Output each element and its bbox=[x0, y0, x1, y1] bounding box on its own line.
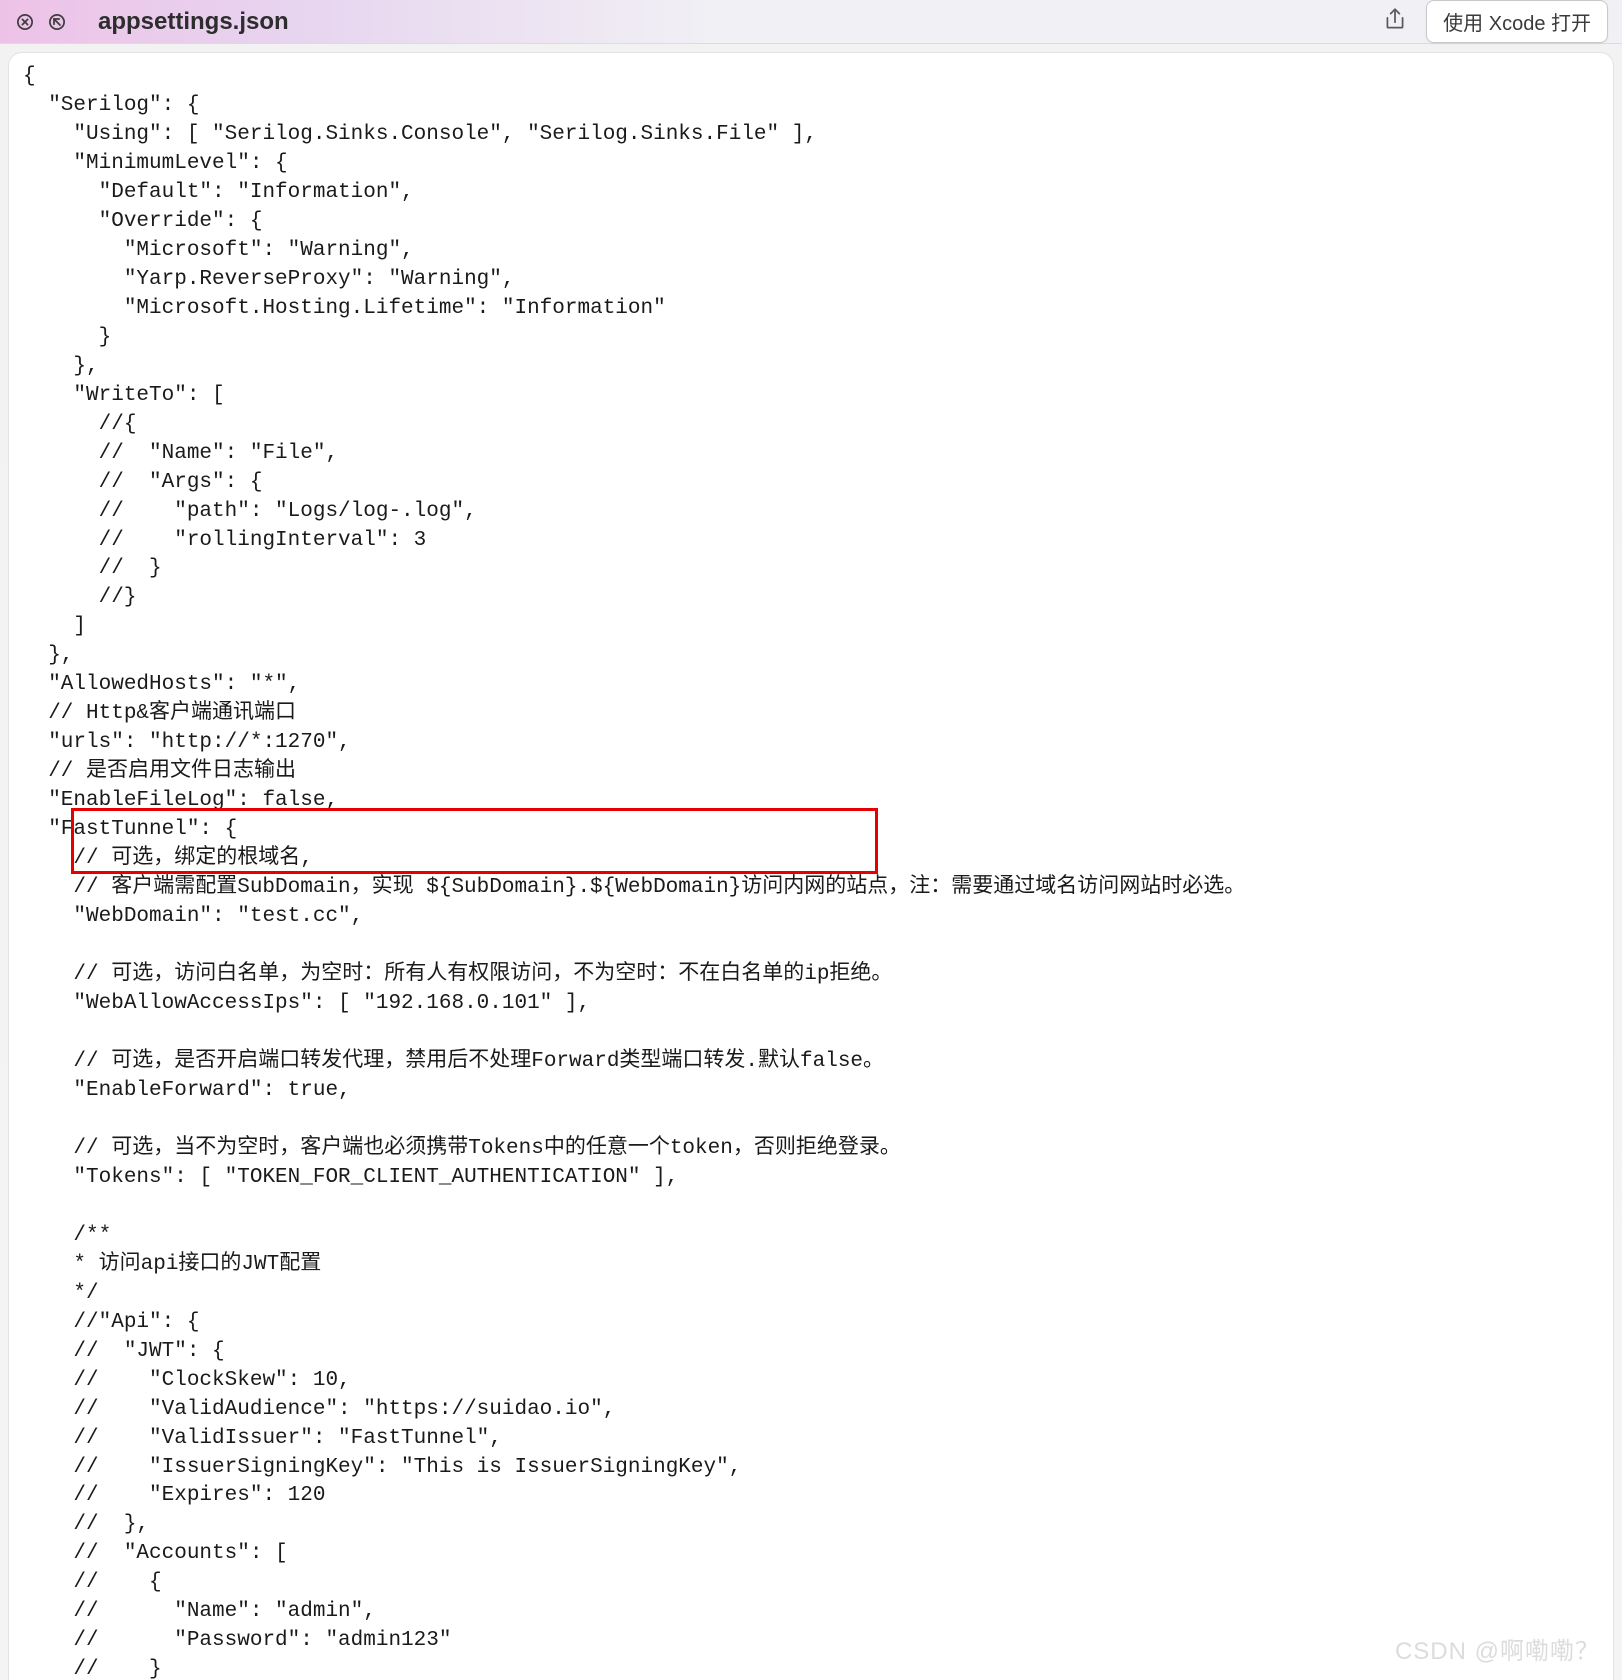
file-title: appsettings.json bbox=[98, 8, 289, 36]
titlebar-left: appsettings.json bbox=[14, 8, 289, 36]
close-icon[interactable] bbox=[14, 11, 36, 33]
code-view: { "Serilog": { "Using": [ "Serilog.Sinks… bbox=[8, 52, 1614, 1680]
content-area-wrap: { "Serilog": { "Using": [ "Serilog.Sinks… bbox=[0, 44, 1622, 1680]
zoom-icon[interactable] bbox=[46, 11, 68, 33]
watermark-text: CSDN @啊嘞嘞？ bbox=[1395, 1631, 1600, 1666]
titlebar-right: 使用 Xcode 打开 bbox=[1382, 0, 1608, 43]
share-icon[interactable] bbox=[1382, 6, 1408, 37]
titlebar: appsettings.json 使用 Xcode 打开 bbox=[0, 0, 1622, 44]
quicklook-window: appsettings.json 使用 Xcode 打开 { "Serilog"… bbox=[0, 0, 1622, 1680]
highlight-box bbox=[71, 808, 878, 874]
open-with-button[interactable]: 使用 Xcode 打开 bbox=[1426, 0, 1608, 43]
